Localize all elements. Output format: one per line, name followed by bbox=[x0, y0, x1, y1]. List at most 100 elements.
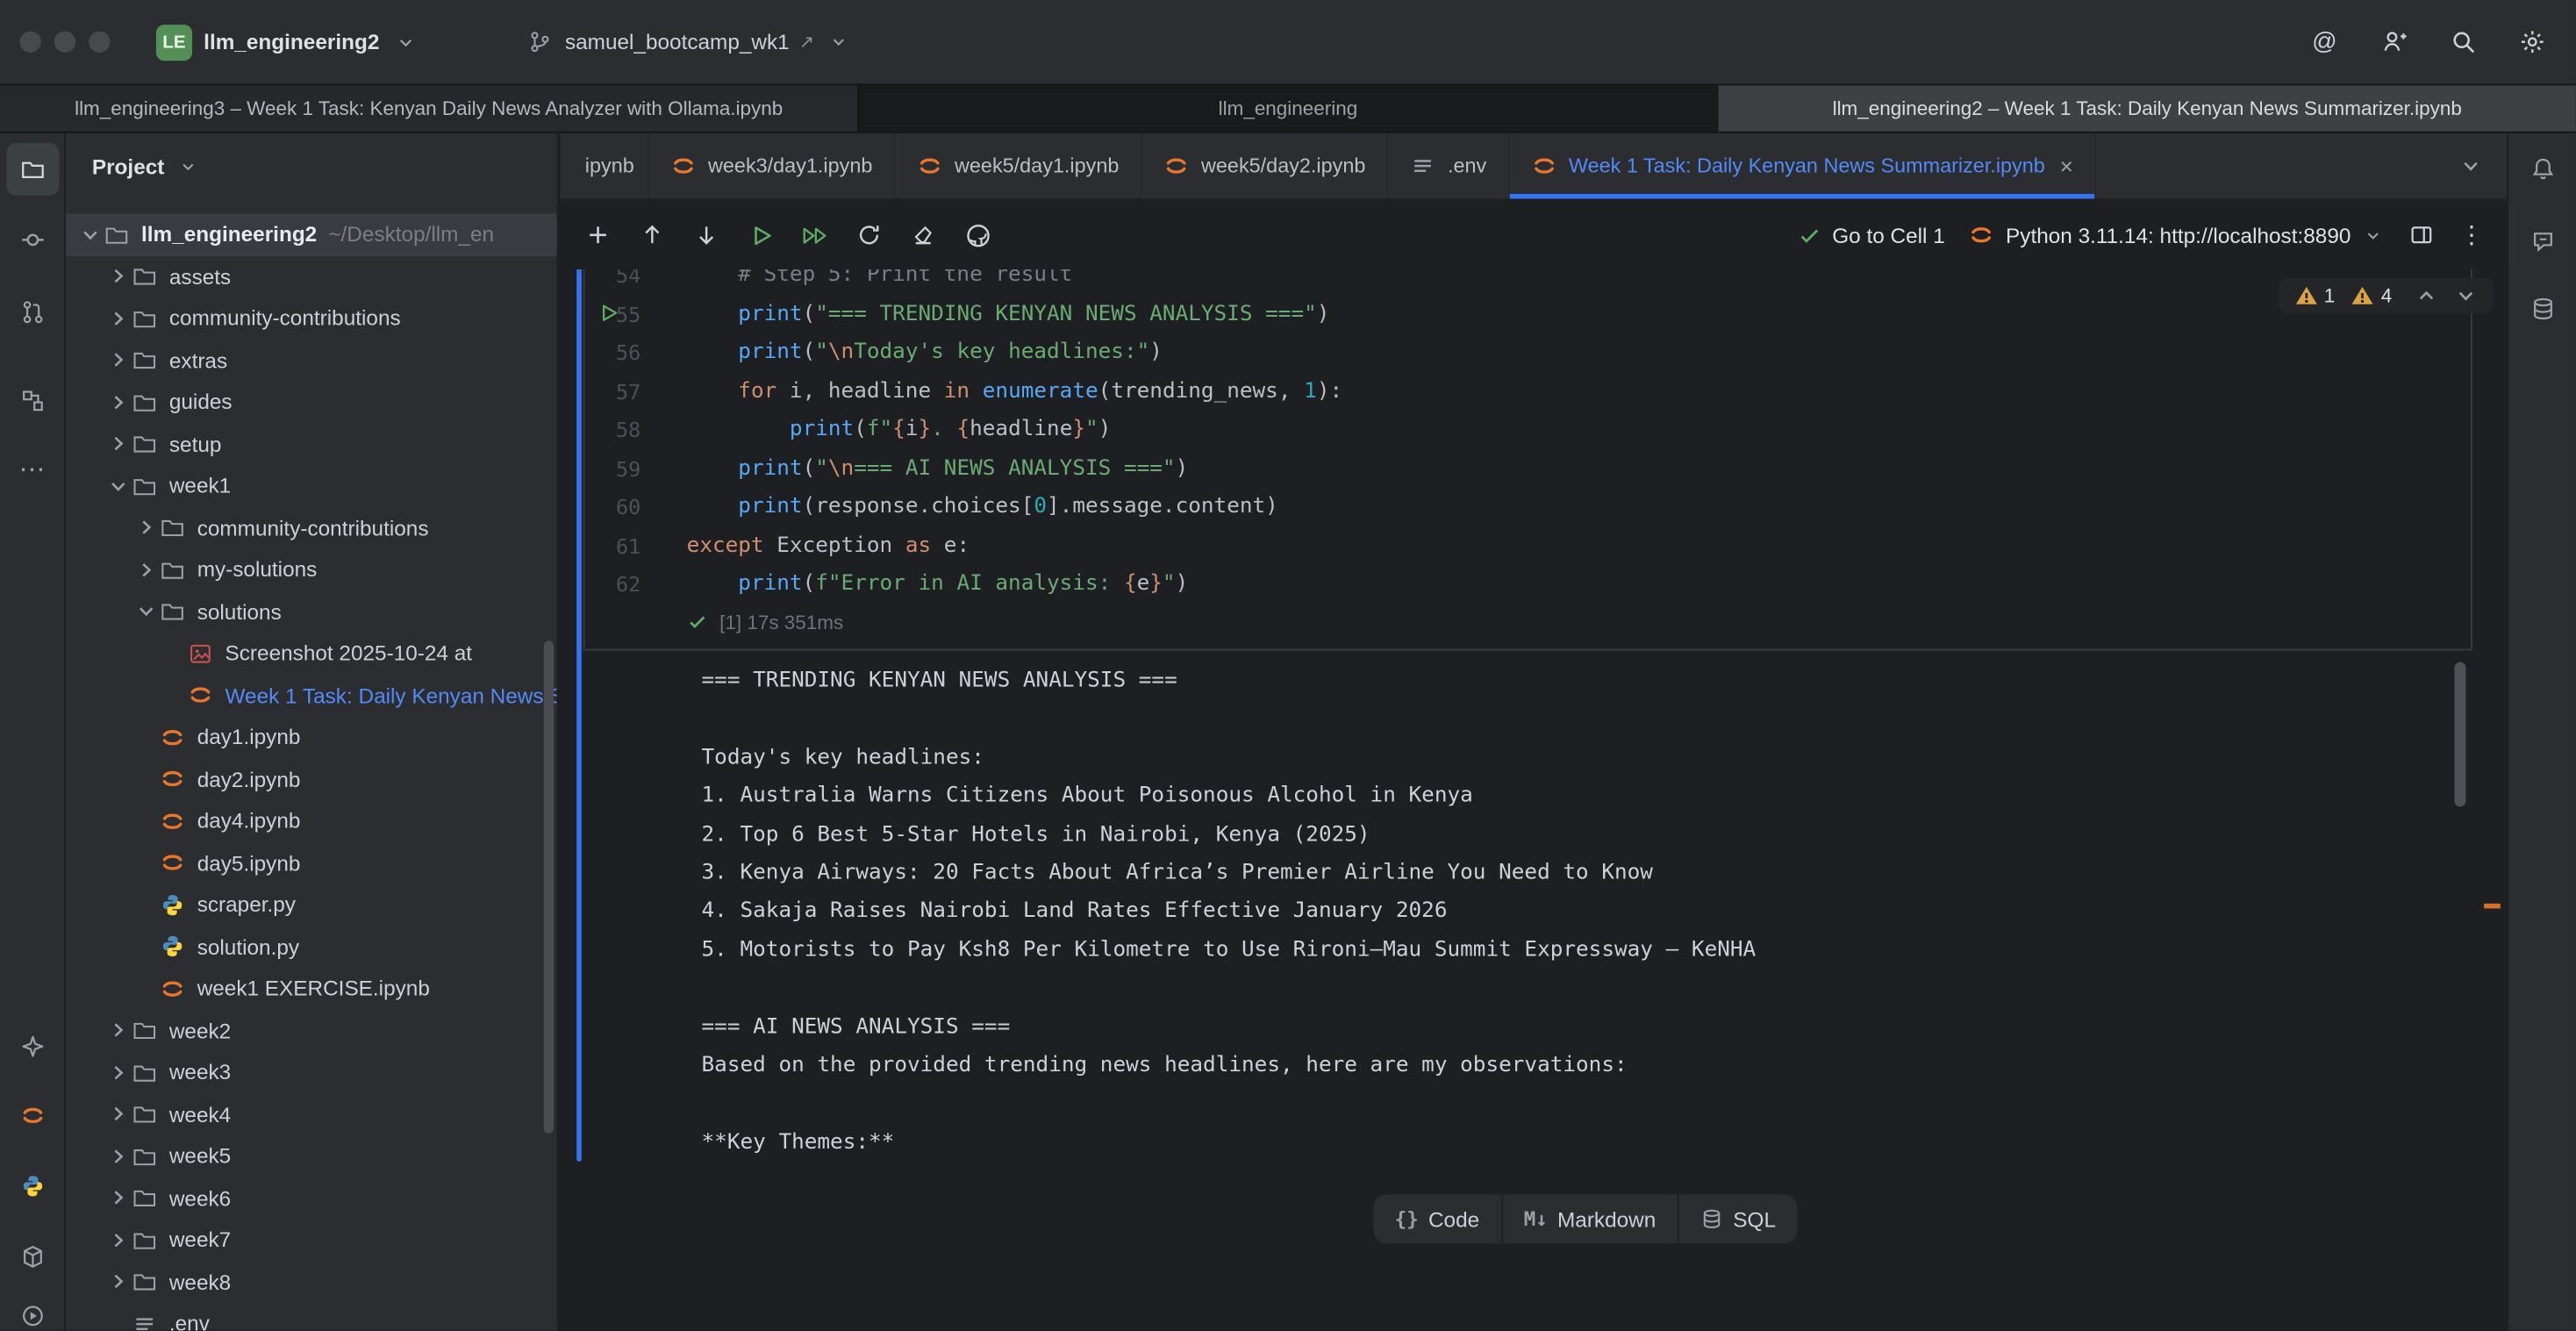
chevron-right-icon[interactable] bbox=[104, 389, 132, 415]
window-tab[interactable]: llm_engineering3 – Week 1 Task: Kenyan D… bbox=[0, 85, 857, 131]
add-markdown-cell-button[interactable]: M↓Markdown bbox=[1500, 1194, 1677, 1243]
services-icon[interactable] bbox=[6, 1290, 59, 1331]
move-cell-down-icon[interactable] bbox=[691, 220, 721, 250]
chevron-right-icon[interactable] bbox=[132, 556, 160, 583]
chevron-right-icon[interactable] bbox=[104, 1059, 132, 1085]
close-tab-icon[interactable]: × bbox=[2060, 153, 2073, 179]
chevron-right-icon[interactable] bbox=[104, 263, 132, 290]
zoom-window-button[interactable] bbox=[89, 32, 110, 53]
inspections-widget[interactable]: 14 bbox=[2278, 277, 2494, 313]
tree-item[interactable]: day2.ipynb bbox=[66, 758, 557, 800]
ai-assistant-icon[interactable]: @ bbox=[2310, 27, 2340, 57]
code-line[interactable]: 56 print("\nToday's key headlines:") bbox=[585, 333, 2472, 372]
editor-tab[interactable]: week5/day2.ipynb bbox=[1142, 133, 1389, 199]
code-line[interactable]: 59 print("\n=== AI NEWS ANALYSIS ===") bbox=[585, 449, 2472, 488]
code-line[interactable]: 60 print(response.choices[0].message.con… bbox=[585, 488, 2472, 526]
tree-item[interactable]: solutions bbox=[66, 590, 557, 633]
python-console-icon[interactable] bbox=[6, 1160, 59, 1213]
tree-item[interactable]: week4 bbox=[66, 1093, 557, 1135]
chevron-right-icon[interactable] bbox=[104, 1101, 132, 1127]
jupyter-icon[interactable] bbox=[6, 1089, 59, 1141]
code-cell[interactable]: 54 # Step 5: Print the result55 print("=… bbox=[583, 256, 2472, 650]
editor-tab[interactable]: ipynb bbox=[560, 133, 648, 199]
code-line[interactable]: 61except Exception as e: bbox=[585, 526, 2472, 565]
chevron-right-icon[interactable] bbox=[104, 1227, 132, 1253]
tree-item[interactable]: .env bbox=[66, 1303, 557, 1331]
code-line[interactable]: 62 print(f"Error in AI analysis: {e}") bbox=[585, 565, 2472, 604]
chevron-right-icon[interactable] bbox=[104, 1269, 132, 1295]
ai-chat-icon[interactable] bbox=[2517, 215, 2570, 268]
chevron-right-icon[interactable] bbox=[104, 347, 132, 374]
more-options-icon[interactable]: ⋮ bbox=[2459, 220, 2484, 250]
run-cell-icon[interactable] bbox=[746, 220, 776, 250]
tree-item[interactable]: week6 bbox=[66, 1177, 557, 1220]
code-line[interactable]: 58 print(f"{i}. {headline}") bbox=[585, 411, 2472, 449]
notifications-icon[interactable] bbox=[2517, 143, 2570, 196]
tree-item[interactable]: llm_engineering2~/Desktop/llm_en bbox=[66, 213, 557, 255]
run-line-icon[interactable] bbox=[597, 301, 623, 327]
tree-item[interactable]: setup bbox=[66, 423, 557, 465]
kernel-selector[interactable]: Python 3.11.14: http://localhost:8890 bbox=[1968, 222, 2384, 248]
window-tab[interactable]: llm_engineering bbox=[857, 85, 1716, 131]
restart-kernel-icon[interactable] bbox=[855, 220, 884, 250]
branch-widget[interactable]: samuel_bootcamp_wk1 ↗ bbox=[526, 27, 854, 57]
tree-item[interactable]: day4.ipynb bbox=[66, 800, 557, 842]
open-in-editor-icon[interactable] bbox=[2407, 220, 2436, 250]
chevron-right-icon[interactable] bbox=[132, 515, 160, 541]
github-icon[interactable] bbox=[962, 220, 992, 250]
previous-problem-icon[interactable] bbox=[2414, 283, 2440, 309]
settings-gear-icon[interactable] bbox=[2517, 27, 2547, 57]
chevron-down-icon[interactable] bbox=[104, 473, 132, 499]
clear-outputs-icon[interactable] bbox=[908, 220, 938, 250]
structure-icon[interactable] bbox=[6, 375, 59, 427]
tree-item[interactable]: Screenshot 2025-10-24 at bbox=[66, 633, 557, 675]
error-stripe-mark[interactable] bbox=[2484, 904, 2501, 909]
window-tab[interactable]: llm_engineering2 – Week 1 Task: Daily Ke… bbox=[1717, 85, 2576, 131]
chevron-down-icon[interactable] bbox=[75, 221, 104, 247]
output-scrollbar[interactable] bbox=[2454, 662, 2465, 807]
editor-tab[interactable]: .env bbox=[1389, 133, 1510, 199]
add-code-cell-button[interactable]: {}Code bbox=[1373, 1194, 1500, 1243]
pull-requests-icon[interactable] bbox=[6, 286, 59, 339]
tab-list-chevron-icon[interactable] bbox=[2458, 133, 2507, 199]
tree-item[interactable]: community-contributions bbox=[66, 507, 557, 549]
next-problem-icon[interactable] bbox=[2452, 283, 2479, 309]
tree-item[interactable]: week3 bbox=[66, 1051, 557, 1093]
tree-item[interactable]: community-contributions bbox=[66, 297, 557, 340]
database-icon[interactable] bbox=[2517, 283, 2570, 335]
tree-item[interactable]: week1 EXERCISE.ipynb bbox=[66, 968, 557, 1010]
more-icon[interactable]: ⋯ bbox=[6, 444, 59, 497]
tree-item[interactable]: assets bbox=[66, 255, 557, 297]
tree-item[interactable]: day5.ipynb bbox=[66, 842, 557, 884]
tree-item[interactable]: week7 bbox=[66, 1219, 557, 1261]
weak-warning-badge[interactable]: 4 bbox=[2350, 283, 2392, 309]
tree-item[interactable]: guides bbox=[66, 381, 557, 423]
chevron-right-icon[interactable] bbox=[104, 1143, 132, 1170]
tree-item[interactable]: week2 bbox=[66, 1010, 557, 1052]
project-tree-scrollbar[interactable] bbox=[544, 640, 554, 1134]
search-icon[interactable] bbox=[2448, 27, 2478, 57]
editor-tab[interactable]: week3/day1.ipynb bbox=[649, 133, 896, 199]
tree-item[interactable]: extras bbox=[66, 340, 557, 382]
editor-tab[interactable]: week5/day1.ipynb bbox=[896, 133, 1142, 199]
chevron-right-icon[interactable] bbox=[104, 305, 132, 332]
chevron-right-icon[interactable] bbox=[104, 1184, 132, 1211]
tree-item[interactable]: day1.ipynb bbox=[66, 716, 557, 758]
tree-item[interactable]: week1 bbox=[66, 465, 557, 507]
tree-item[interactable]: Week 1 Task: Daily Kenyan News Summarize… bbox=[66, 675, 557, 717]
tree-item[interactable]: week5 bbox=[66, 1135, 557, 1177]
go-to-cell-button[interactable]: Go to Cell 1 bbox=[1798, 223, 1945, 247]
project-icon[interactable] bbox=[6, 143, 59, 196]
add-cell-icon[interactable] bbox=[583, 220, 613, 250]
project-switcher[interactable]: LE llm_engineering2 bbox=[156, 24, 420, 60]
move-cell-up-icon[interactable] bbox=[637, 220, 667, 250]
commit-icon[interactable] bbox=[6, 213, 59, 266]
tree-item[interactable]: my-solutions bbox=[66, 548, 557, 590]
chevron-right-icon[interactable] bbox=[104, 1017, 132, 1043]
ai-assistant-icon[interactable] bbox=[6, 1020, 59, 1073]
tree-item[interactable]: solution.py bbox=[66, 926, 557, 968]
tree-item[interactable]: week8 bbox=[66, 1261, 557, 1303]
code-line[interactable]: 55 print("=== TRENDING KENYAN NEWS ANALY… bbox=[585, 295, 2472, 333]
chevron-down-icon[interactable] bbox=[132, 598, 160, 625]
tree-item[interactable]: scraper.py bbox=[66, 884, 557, 926]
